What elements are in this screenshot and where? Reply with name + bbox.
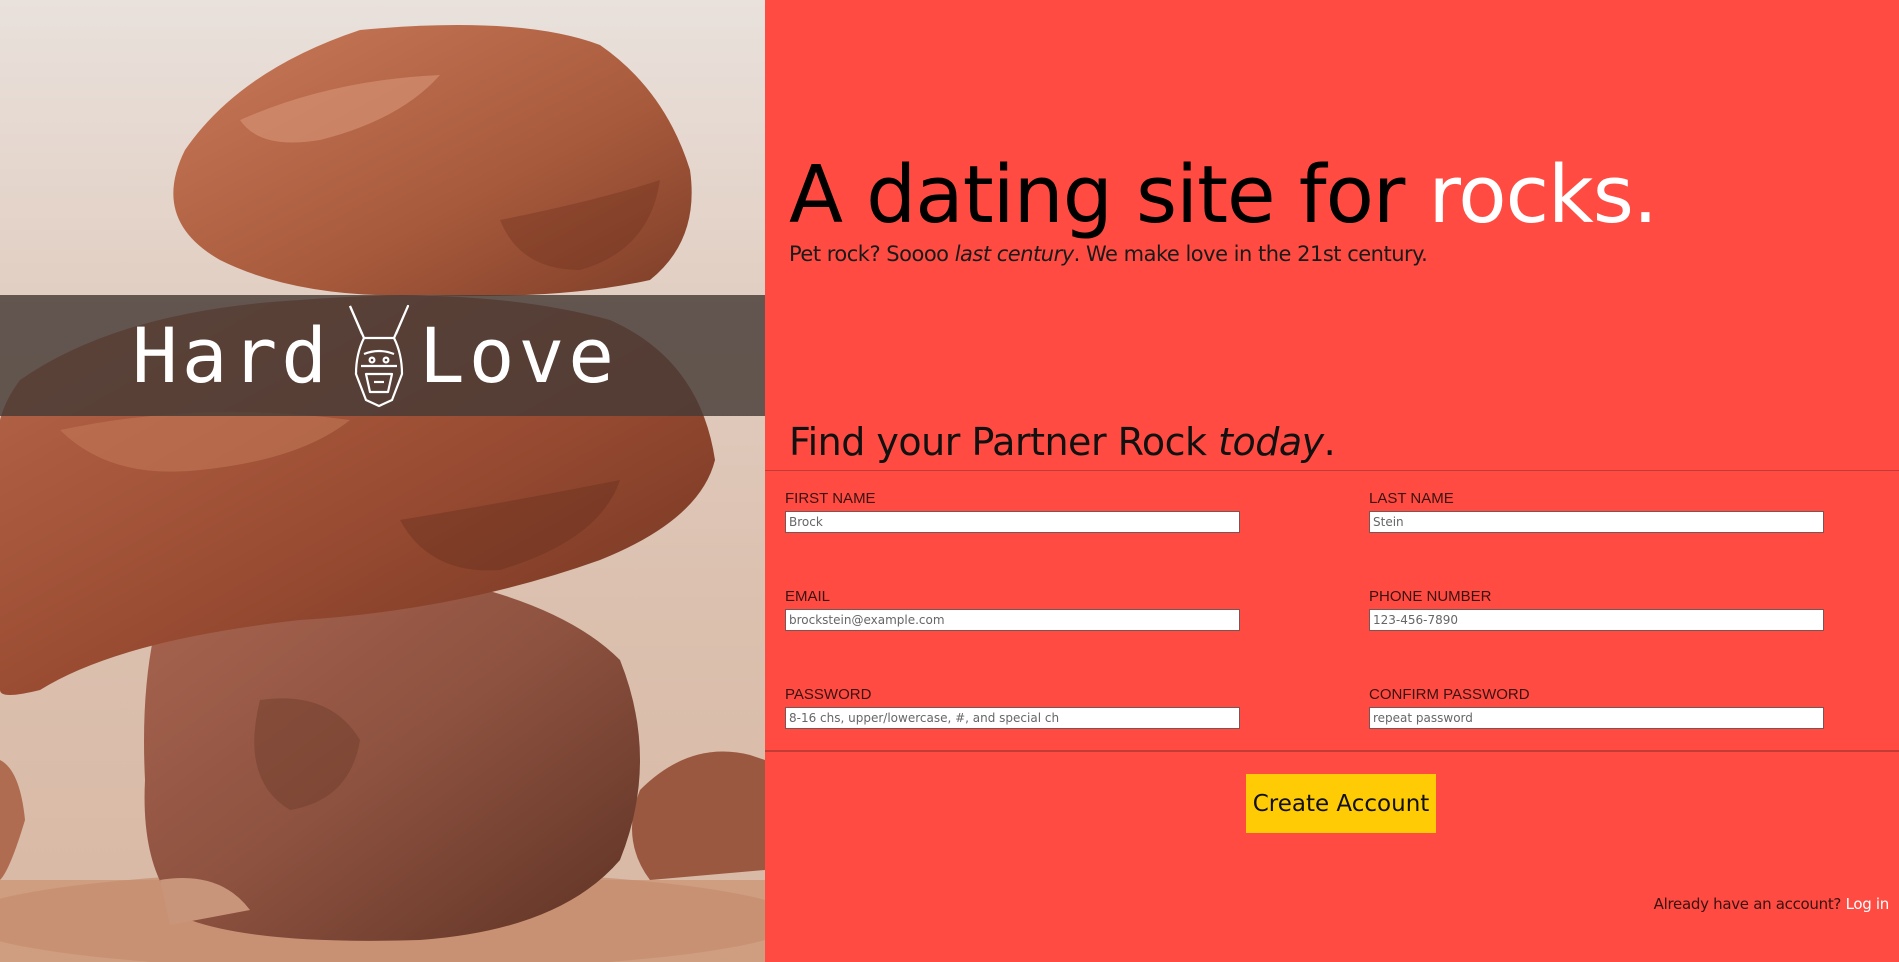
form-heading-before: Find your Partner Rock xyxy=(789,420,1219,464)
first-name-group: FIRST NAME xyxy=(785,490,1240,533)
stacked-rocks-image xyxy=(0,25,765,962)
phone-label: PHONE NUMBER xyxy=(1369,588,1492,605)
email-group: EMAIL xyxy=(785,588,1240,631)
email-label: EMAIL xyxy=(785,588,831,605)
form-heading: Find your Partner Rock today. xyxy=(789,420,1336,464)
password-field[interactable] xyxy=(785,707,1240,729)
confirm-password-label: CONFIRM PASSWORD xyxy=(1369,686,1530,703)
confirm-password-field[interactable] xyxy=(1369,707,1824,729)
logo-text-hard: Hard xyxy=(132,311,332,400)
email-field[interactable] xyxy=(785,609,1240,631)
create-account-button[interactable]: Create Account xyxy=(1246,774,1436,833)
confirm-password-group: CONFIRM PASSWORD xyxy=(1369,686,1824,729)
form-heading-emphasis: today xyxy=(1218,420,1324,464)
login-prompt-text: Already have an account? xyxy=(1653,895,1846,913)
login-link[interactable]: Log in xyxy=(1846,895,1890,913)
subline-before: Pet rock? Soooo xyxy=(789,242,955,266)
phone-field[interactable] xyxy=(1369,609,1824,631)
subline-emphasis: last century xyxy=(954,242,1074,266)
form-divider-bottom xyxy=(765,750,1899,752)
password-label: PASSWORD xyxy=(785,686,872,703)
donkey-head-icon xyxy=(348,304,410,408)
first-name-label: FIRST NAME xyxy=(785,490,876,507)
page-subheadline: Pet rock? Soooo last century. We make lo… xyxy=(789,242,1428,266)
signup-panel: A dating site for rocks. Pet rock? Soooo… xyxy=(765,0,1899,962)
logo-text-love: Love xyxy=(419,311,619,400)
page-headline: A dating site for rocks. xyxy=(789,149,1659,241)
form-heading-after: . xyxy=(1323,420,1336,464)
subline-after: . We make love in the 21st century. xyxy=(1073,242,1428,266)
headline-highlight-text: rocks. xyxy=(1428,149,1659,241)
login-prompt: Already have an account? Log in xyxy=(1653,895,1890,913)
last-name-group: LAST NAME xyxy=(1369,490,1824,533)
hero-image-panel: Hard Love xyxy=(0,0,765,962)
phone-group: PHONE NUMBER xyxy=(1369,588,1824,631)
headline-dark-text: A dating site for xyxy=(789,149,1429,241)
last-name-field[interactable] xyxy=(1369,511,1824,533)
first-name-field[interactable] xyxy=(785,511,1240,533)
last-name-label: LAST NAME xyxy=(1369,490,1454,507)
form-divider-top xyxy=(765,470,1899,471)
brand-logo[interactable]: Hard Love xyxy=(132,300,632,412)
password-group: PASSWORD xyxy=(785,686,1240,729)
